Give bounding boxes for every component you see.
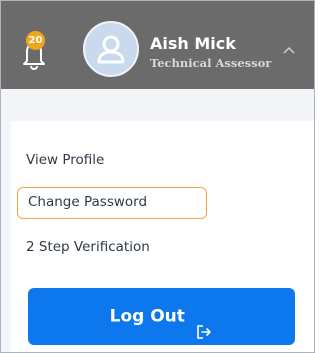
log-out-icon (195, 308, 213, 339)
user-role: Technical Assessor (150, 56, 272, 70)
user-dropdown-window: 20 Aish Mick Technical Assessor View Pro… (0, 0, 315, 353)
user-name: Aish Mick (150, 34, 236, 53)
log-out-button[interactable]: Log Out (28, 288, 295, 345)
notification-count-badge: 20 (26, 31, 45, 50)
chevron-up-icon[interactable] (282, 42, 296, 54)
user-header: 20 Aish Mick Technical Assessor (1, 1, 314, 89)
log-out-label: Log Out (109, 306, 185, 327)
user-avatar-icon[interactable] (83, 21, 139, 77)
view-profile-link[interactable]: View Profile (26, 152, 104, 168)
change-password-link[interactable]: Change Password (17, 187, 207, 219)
two-step-verification-link[interactable]: 2 Step Verification (26, 239, 150, 255)
